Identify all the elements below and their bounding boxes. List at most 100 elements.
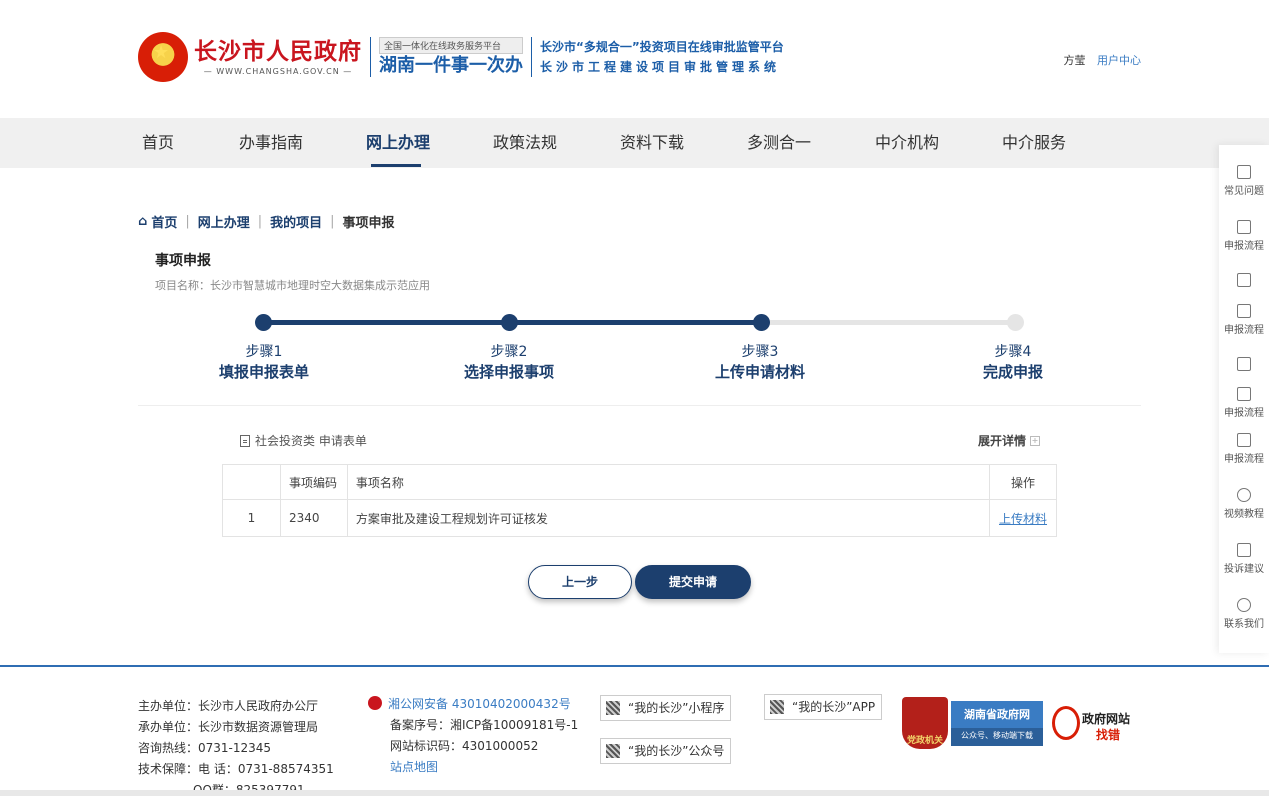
hunan-gov-sub: 公众号、移动端下载 bbox=[961, 731, 1033, 740]
breadcrumb-projects[interactable]: 我的项目 bbox=[270, 212, 322, 231]
nav-item-online[interactable]: 网上办理 bbox=[366, 118, 430, 168]
breadcrumb-separator: | bbox=[257, 214, 263, 229]
form-type-label: 社会投资类 申请表单 bbox=[255, 434, 367, 448]
footer-icp: 备案序号：湘ICP备10009181号-1 bbox=[390, 718, 579, 732]
nav-item-agency-service[interactable]: 中介服务 bbox=[1002, 118, 1066, 168]
footer-hotline: 咨询热线：0731-12345 bbox=[138, 741, 272, 755]
footer-tech: 技术保障：电 话：0731-88574351 bbox=[138, 762, 334, 776]
police-record-link[interactable]: 湘公网安备 43010402000432号 bbox=[388, 697, 571, 711]
national-emblem-icon bbox=[138, 32, 188, 82]
sidebar-item-label: 投诉建议 bbox=[1224, 564, 1264, 575]
nav-item-download[interactable]: 资料下载 bbox=[620, 118, 684, 168]
sidebar-item-faq[interactable]: 常见问题 bbox=[1219, 165, 1269, 197]
sidebar-item-label: 联系我们 bbox=[1224, 619, 1264, 630]
form-type: 社会投资类 申请表单 bbox=[240, 432, 367, 449]
col-header-name: 事项名称 bbox=[346, 464, 991, 500]
nav-active-indicator bbox=[371, 164, 421, 167]
col-header-code: 事项编码 bbox=[279, 464, 348, 500]
sidebar-item-flow-2[interactable]: 申报流程 bbox=[1219, 304, 1269, 336]
sidebar-item-label: 常见问题 bbox=[1224, 186, 1264, 197]
row-action-cell: 上传材料 bbox=[989, 499, 1057, 537]
app-label: “我的长沙”APP bbox=[792, 700, 876, 714]
expand-details-label: 展开详情 bbox=[978, 434, 1027, 448]
step-dot-1 bbox=[255, 314, 272, 331]
sidebar-item-label: 申报流程 bbox=[1224, 241, 1264, 252]
cloud-icon bbox=[1237, 273, 1251, 287]
table-header-row: 事项编码 事项名称 操作 bbox=[222, 464, 1057, 500]
sidebar-item-upload[interactable] bbox=[1219, 273, 1269, 290]
right-sidebar: 常见问题 申报流程 申报流程 申报流程 申报流程 视频教程 投诉建议 联系我们 bbox=[1219, 145, 1269, 653]
sidebar-item-label: 申报流程 bbox=[1224, 454, 1264, 465]
sidebar-item-flow-1[interactable]: 申报流程 bbox=[1219, 220, 1269, 252]
nav-item-agency[interactable]: 中介机构 bbox=[875, 118, 939, 168]
step-dot-2 bbox=[501, 314, 518, 331]
breadcrumb-online[interactable]: 网上办理 bbox=[198, 212, 250, 231]
footer-site-id: 网站标识码：4301000052 bbox=[390, 739, 539, 753]
nav-item-policy[interactable]: 政策法规 bbox=[493, 118, 557, 168]
logo-text: 长沙市人民政府 — WWW.CHANGSHA.GOV.CN — bbox=[194, 39, 362, 76]
site-title: 长沙市人民政府 bbox=[194, 38, 362, 65]
portal-small-label: 全国一体化在线政务服务平台 bbox=[379, 36, 523, 54]
expand-details-button[interactable]: 展开详情 + bbox=[978, 432, 1041, 449]
mini-program-label: “我的长沙”小程序 bbox=[628, 701, 725, 715]
sidebar-item-flow-3[interactable]: 申报流程 bbox=[1219, 387, 1269, 419]
sidebar-item-video[interactable] bbox=[1219, 357, 1269, 374]
row-name: 方案审批及建设工程规划许可证核发 bbox=[346, 499, 991, 537]
flow-icon bbox=[1237, 433, 1251, 447]
previous-step-button[interactable]: 上一步 bbox=[528, 565, 632, 599]
bottom-bar bbox=[0, 790, 1269, 796]
sidebar-item-tutorial[interactable]: 视频教程 bbox=[1219, 488, 1269, 520]
sidebar-item-label: 申报流程 bbox=[1224, 408, 1264, 419]
site-logo[interactable]: 长沙市人民政府 — WWW.CHANGSHA.GOV.CN — 全国一体化在线政… bbox=[138, 32, 784, 82]
document-icon bbox=[240, 434, 250, 447]
gov-site-error-report[interactable]: 政府网站 找错 bbox=[1052, 706, 1142, 742]
portal-brand: 全国一体化在线政务服务平台 湖南一件事一次办 bbox=[379, 36, 523, 78]
step-label-3: 上传申请材料 bbox=[714, 363, 805, 381]
platform-line1: 长沙市“多规合一”投资项目在线审批监管平台 bbox=[540, 40, 784, 54]
footer-registration: 湘公网安备 43010402000432号 备案序号：湘ICP备10009181… bbox=[368, 694, 578, 778]
project-name: 项目名称：长沙市智慧城市地理时空大数据集成示范应用 bbox=[155, 279, 430, 292]
nav-item-guide[interactable]: 办事指南 bbox=[239, 118, 303, 168]
progress-line-todo bbox=[763, 320, 1016, 325]
step-label-4: 完成申报 bbox=[982, 363, 1043, 381]
page-title: 事项申报 bbox=[155, 253, 211, 269]
party-government-badge[interactable]: 党政机关 bbox=[902, 697, 948, 749]
step-num-3: 步骤3 bbox=[741, 344, 779, 360]
police-badge-icon bbox=[368, 696, 382, 710]
submit-application-button[interactable]: 提交申请 bbox=[635, 565, 751, 599]
upload-materials-link[interactable]: 上传材料 bbox=[999, 512, 1047, 526]
flow-icon bbox=[1237, 387, 1251, 401]
official-account-qr[interactable]: “我的长沙”公众号 bbox=[600, 738, 732, 764]
portal-big-label: 湖南一件事一次办 bbox=[379, 54, 523, 76]
plus-icon: + bbox=[1030, 435, 1041, 446]
footer-sponsor: 主办单位：长沙市人民政府办公厅 bbox=[138, 699, 319, 713]
error-report-title: 政府网站 bbox=[1082, 712, 1131, 726]
sidebar-item-flow-4[interactable]: 申报流程 bbox=[1219, 433, 1269, 465]
sidebar-item-label: 申报流程 bbox=[1224, 325, 1264, 336]
sidebar-item-contact[interactable]: 联系我们 bbox=[1219, 598, 1269, 630]
footer-info: 主办单位：长沙市人民政府办公厅 承办单位：长沙市数据资源管理局 咨询热线：073… bbox=[138, 696, 334, 796]
qr-code-icon bbox=[606, 744, 620, 758]
nav-item-home[interactable]: 首页 bbox=[142, 118, 174, 168]
hunan-gov-badge[interactable]: 湖南省政府网 公众号、移动端下载 bbox=[951, 701, 1043, 746]
qr-code-icon bbox=[770, 700, 784, 714]
breadcrumb-home[interactable]: 首页 bbox=[151, 212, 177, 231]
app-qr[interactable]: “我的长沙”APP bbox=[764, 694, 883, 720]
headset-icon bbox=[1237, 598, 1251, 612]
mini-program-qr[interactable]: “我的长沙”小程序 bbox=[600, 695, 732, 721]
flow-icon bbox=[1237, 304, 1251, 318]
sidebar-item-complaint[interactable]: 投诉建议 bbox=[1219, 543, 1269, 575]
row-code: 2340 bbox=[279, 499, 348, 537]
col-header-index bbox=[222, 464, 281, 500]
faq-icon bbox=[1237, 165, 1251, 179]
col-header-action: 操作 bbox=[989, 464, 1057, 500]
video-tutorial-icon bbox=[1237, 488, 1251, 502]
platform-brand: 长沙市“多规合一”投资项目在线审批监管平台 长沙市工程建设项目审批管理系统 bbox=[540, 37, 784, 77]
qr-code-icon bbox=[606, 701, 620, 715]
error-report-sub: 找错 bbox=[1096, 728, 1121, 742]
breadcrumb: ⌂ 首页 | 网上办理 | 我的项目 | 事项申报 bbox=[138, 212, 395, 231]
site-url: — WWW.CHANGSHA.GOV.CN — bbox=[203, 66, 353, 76]
sitemap-link[interactable]: 站点地图 bbox=[368, 757, 578, 778]
nav-item-survey[interactable]: 多测合一 bbox=[747, 118, 811, 168]
user-center-link[interactable]: 用户中心 bbox=[1097, 54, 1141, 67]
